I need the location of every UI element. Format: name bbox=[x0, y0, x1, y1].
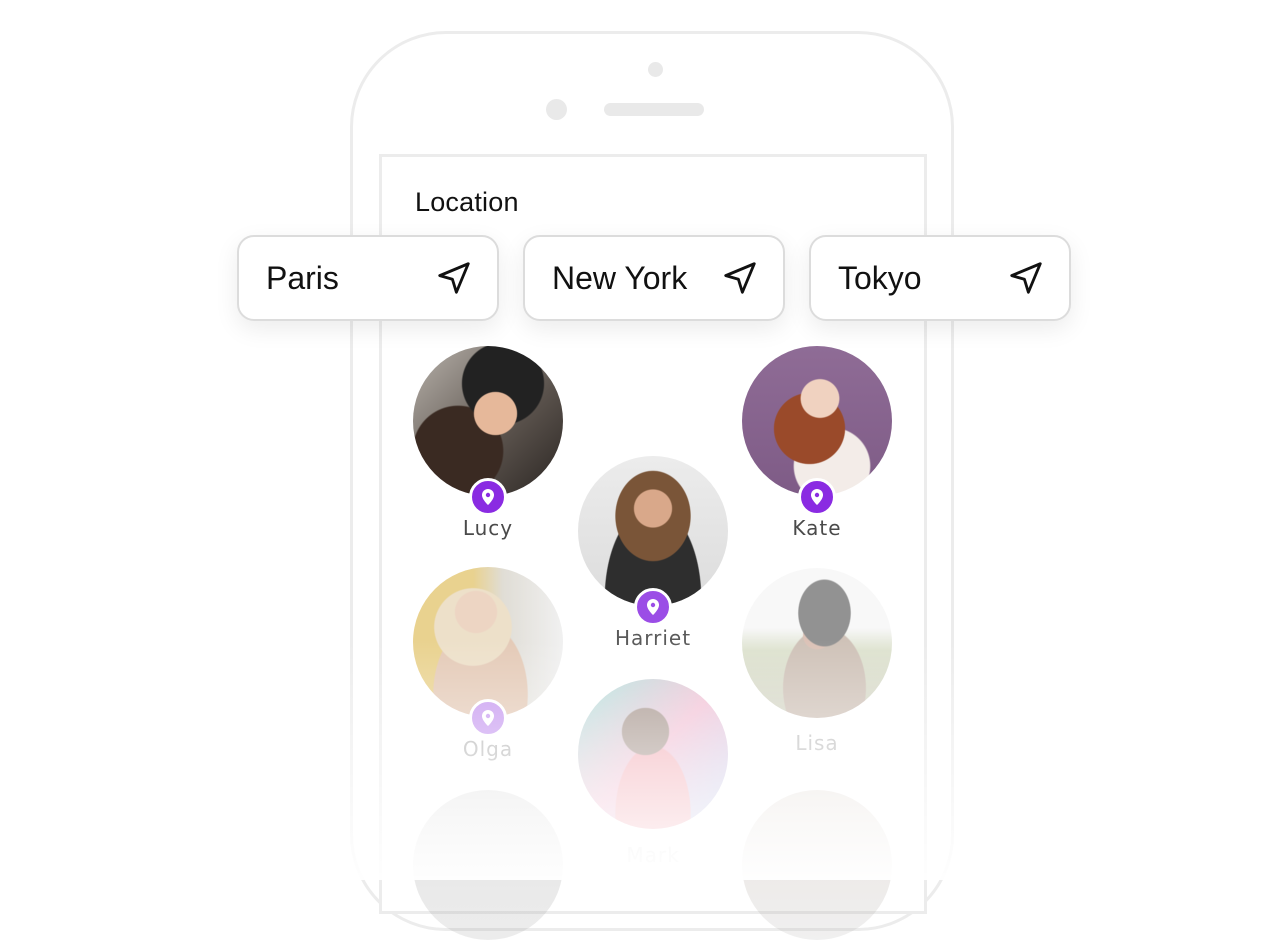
avatar bbox=[578, 679, 728, 829]
map-pin-icon bbox=[647, 599, 659, 615]
person-kate[interactable]: Kate bbox=[741, 346, 893, 540]
location-badge bbox=[634, 588, 672, 626]
avatar bbox=[413, 346, 563, 496]
person-lucy[interactable]: Lucy bbox=[412, 346, 564, 540]
avatar bbox=[413, 567, 563, 717]
person-name: Olga bbox=[462, 737, 514, 761]
location-badge bbox=[469, 478, 507, 516]
city-name: Tokyo bbox=[838, 259, 922, 296]
map-pin-icon bbox=[482, 710, 494, 726]
location-badge bbox=[469, 699, 507, 737]
earpiece-speaker bbox=[604, 103, 704, 116]
avatar bbox=[742, 346, 892, 496]
location-card-tokyo[interactable]: Tokyo bbox=[809, 235, 1071, 321]
person-name: Lucy bbox=[462, 516, 514, 540]
proximity-sensor bbox=[546, 99, 567, 120]
avatar-faded bbox=[742, 790, 892, 940]
person-name: Lisa bbox=[795, 731, 839, 755]
section-title: Location bbox=[415, 187, 519, 217]
person-name: Mark bbox=[626, 843, 680, 867]
location-card-paris[interactable]: Paris bbox=[237, 235, 499, 321]
person-lisa[interactable]: Lisa bbox=[741, 568, 893, 755]
person-mark[interactable]: Mark bbox=[577, 679, 729, 867]
navigation-arrow-icon bbox=[724, 262, 756, 294]
person-name: Harriet bbox=[614, 626, 692, 650]
person-name: Kate bbox=[792, 516, 842, 540]
city-name: Paris bbox=[266, 259, 339, 296]
location-badge bbox=[798, 478, 836, 516]
location-card-new-york[interactable]: New York bbox=[523, 235, 785, 321]
navigation-arrow-icon bbox=[438, 262, 470, 294]
avatar-faded bbox=[413, 790, 563, 940]
avatar bbox=[742, 568, 892, 718]
map-pin-icon bbox=[482, 489, 494, 505]
front-camera bbox=[648, 62, 663, 77]
city-name: New York bbox=[552, 259, 688, 296]
person-harriet[interactable]: Harriet bbox=[577, 456, 729, 650]
navigation-arrow-icon bbox=[1010, 262, 1042, 294]
avatar bbox=[578, 456, 728, 606]
map-pin-icon bbox=[811, 489, 823, 505]
person-olga[interactable]: Olga bbox=[412, 567, 564, 761]
